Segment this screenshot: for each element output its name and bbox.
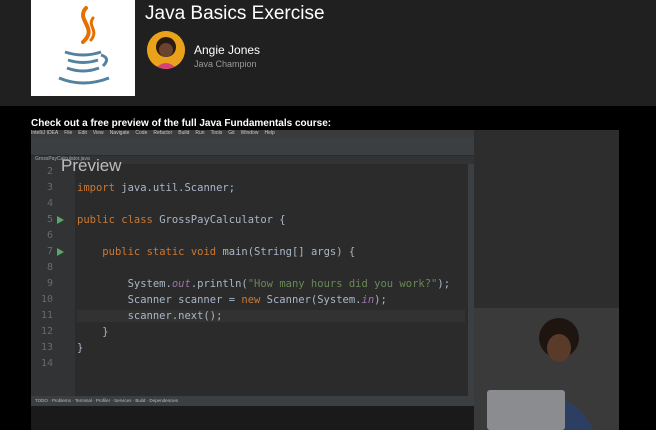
ide-menu-bar: IntelliJ IDEA File Edit View Navigate Code Ref…	[31, 130, 474, 138]
line-number: 9	[46, 278, 53, 289]
code-line: }	[77, 342, 84, 354]
code-line: }	[77, 326, 109, 338]
code-line: import java.util.Scanner;	[77, 182, 236, 194]
line-number: 6	[46, 230, 53, 241]
run-arrow-icon[interactable]	[57, 248, 64, 256]
line-number: 12	[40, 326, 53, 337]
course-header: Java Basics Exercise Angie Jones Java Ch…	[0, 0, 656, 106]
ide-menu-item: Navigate	[109, 130, 130, 136]
line-number: 8	[46, 262, 53, 273]
course-title: Java Basics Exercise	[145, 3, 325, 24]
course-thumbnail[interactable]	[31, 0, 135, 96]
video-player[interactable]: IntelliJ IDEA File Edit View Navigate Code Ref…	[31, 130, 619, 430]
ide-menu-item: Code	[135, 130, 148, 136]
ide-menu-item: Edit	[78, 130, 87, 136]
author-avatar[interactable]	[147, 31, 185, 69]
line-number: 3	[46, 182, 53, 193]
ide-menu-item: IntelliJ IDEA	[31, 130, 59, 136]
code-line: scanner.next();	[77, 310, 465, 322]
ide-menu-item: Git	[228, 130, 235, 136]
code-line: System.out.println("How many hours did y…	[77, 278, 451, 290]
ide-menu-item: Build	[178, 130, 190, 136]
line-number: 7	[46, 246, 53, 257]
ide-menu-item: View	[92, 130, 104, 136]
line-number: 2	[46, 166, 53, 177]
preview-watermark: Preview	[61, 156, 122, 175]
code-line: public class GrossPayCalculator {	[77, 214, 286, 226]
java-logo-icon	[58, 6, 110, 85]
ide-toolbar	[31, 138, 474, 156]
line-number: 14	[40, 358, 53, 369]
line-number: 10	[40, 294, 53, 305]
run-arrow-icon[interactable]	[57, 216, 64, 224]
line-number: 5	[46, 214, 53, 225]
author-role: Java Champion	[194, 59, 257, 69]
ide-menu-item: Help	[264, 130, 275, 136]
author-name[interactable]: Angie Jones	[194, 43, 260, 57]
preview-caption: Check out a free preview of the full Jav…	[31, 118, 332, 129]
code-line: public static void main(String[] args) {	[102, 246, 356, 258]
ide-menu-item: Tools	[210, 130, 223, 136]
ide-menu-item: Refactor	[153, 130, 173, 136]
code-line: Scanner scanner = new Scanner(System.in)…	[77, 294, 387, 306]
line-number: 11	[40, 310, 53, 321]
line-number: 13	[40, 342, 53, 353]
line-number-gutter: 2 3 4 5 6 7 8 9 10 11 12 13 14	[31, 164, 75, 396]
code-editor: import java.util.Scanner; public class Gr…	[75, 164, 474, 396]
video-bottom-bar	[31, 406, 474, 430]
ide-status-bar: TODO · Problems · Terminal · Profiler · …	[31, 396, 474, 406]
laptop-image	[487, 390, 565, 430]
ide-menu-item: Run	[195, 130, 205, 136]
ide-menu-item: File	[64, 130, 73, 136]
line-number: 4	[46, 198, 53, 209]
ide-menu-item: Window	[240, 130, 259, 136]
